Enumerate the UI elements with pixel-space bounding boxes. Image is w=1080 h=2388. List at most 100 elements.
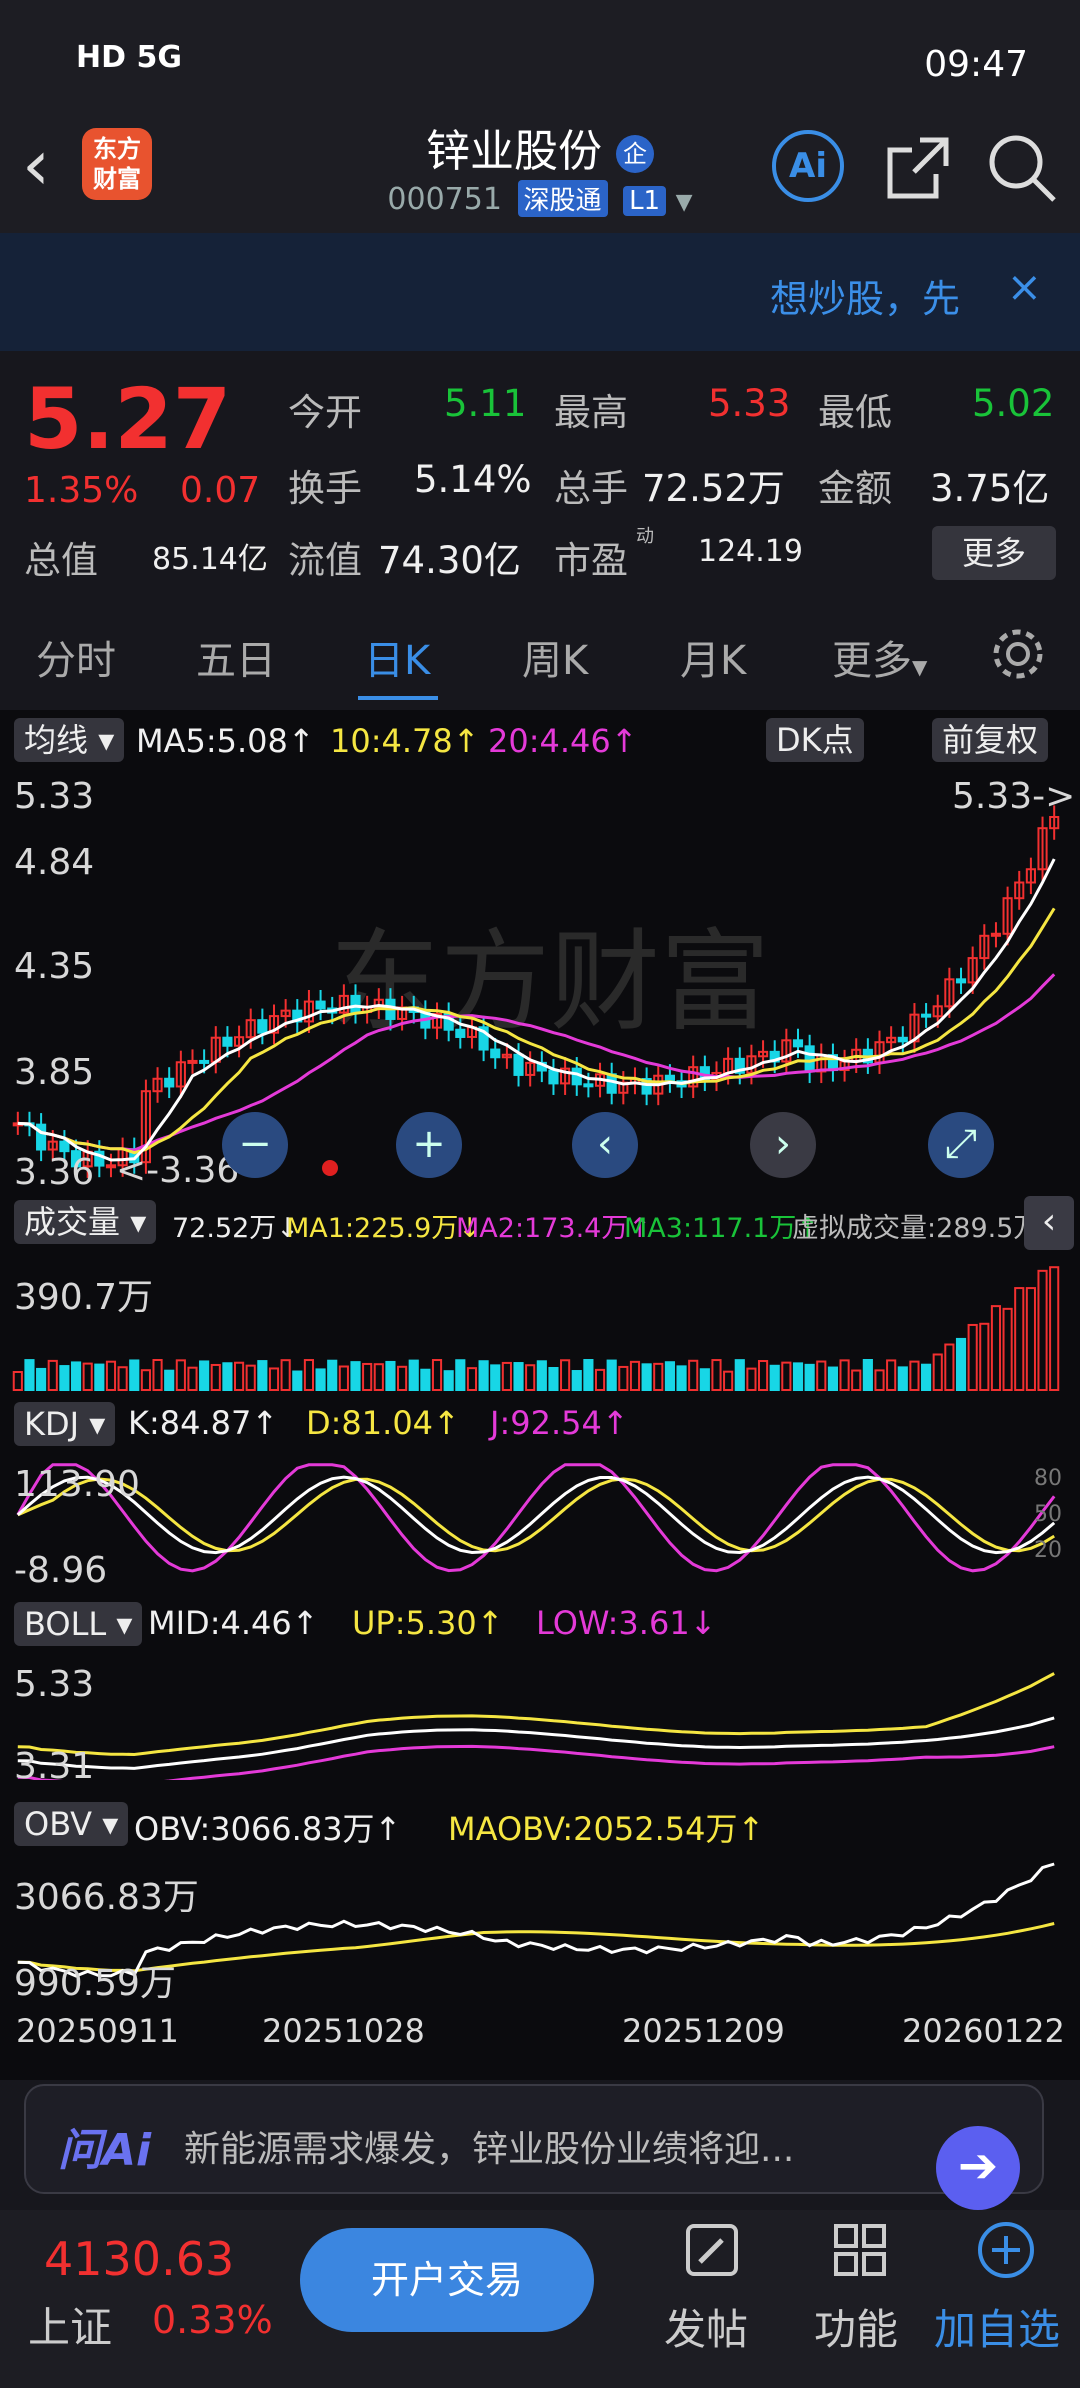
share-icon[interactable] xyxy=(880,130,956,206)
volume-ma1: MA1:225.9万↓ xyxy=(286,1213,481,1244)
candle-body xyxy=(36,1123,47,1151)
kdj-ref-20: 20 xyxy=(1034,1538,1062,1563)
volume-bar xyxy=(723,1370,734,1391)
volume-selector[interactable]: 成交量 ▾ xyxy=(14,1200,157,1244)
marketcap-label: 总值 xyxy=(24,539,98,582)
add-watchlist-label[interactable]: 加自选 xyxy=(934,2296,1060,2357)
more-button[interactable]: 更多 xyxy=(932,526,1056,580)
date-label-1: 20250911 xyxy=(16,2012,179,2050)
date-label-2: 20251028 xyxy=(262,2012,425,2050)
pe-dynamic-mark: 动 xyxy=(636,526,654,547)
ma20-label: 20:4.46↑ xyxy=(488,722,638,760)
volume-bar xyxy=(513,1362,524,1391)
volume-bar xyxy=(175,1359,186,1391)
volume-bar xyxy=(350,1361,361,1391)
virtual-volume: 虚拟成交量:289.5万 xyxy=(792,1213,1041,1244)
tab-intraday[interactable]: 分时 xyxy=(36,628,116,686)
network-status: HD 5G xyxy=(76,40,182,75)
settings-icon[interactable] xyxy=(990,626,1046,682)
index-value[interactable]: 4130.63 xyxy=(44,2232,234,2286)
scroll-left-button[interactable]: ‹ xyxy=(572,1112,638,1178)
volume-label: 总手 xyxy=(554,467,628,510)
zoom-in-button[interactable]: + xyxy=(396,1112,462,1178)
clock: 09:47 xyxy=(924,44,1028,85)
obv-selector[interactable]: OBV ▾ xyxy=(14,1802,129,1846)
low-label: 最低 xyxy=(818,391,892,434)
grid-icon[interactable] xyxy=(830,2220,890,2280)
ask-ai-text[interactable]: 新能源需求爆发，锌业股份业绩将迎... xyxy=(184,2120,794,2172)
floatcap-label: 流值 xyxy=(288,539,362,582)
volume-bar xyxy=(757,1360,769,1391)
arrow-right-icon[interactable]: ➔ xyxy=(936,2126,1020,2210)
boll-y-bottom: 3.31 xyxy=(14,1746,95,1787)
volume-bar xyxy=(560,1359,571,1392)
zoom-out-button[interactable]: − xyxy=(222,1112,288,1178)
open-account-button[interactable]: 开户交易 xyxy=(300,2228,594,2332)
stock-name: 锌业股份 xyxy=(426,126,602,177)
collapse-button[interactable]: ‹ xyxy=(1024,1196,1074,1250)
tab-daily[interactable]: 日K xyxy=(364,628,430,686)
function-label[interactable]: 功能 xyxy=(814,2296,898,2357)
volume-bar xyxy=(851,1369,862,1391)
tab-monthly[interactable]: 月K xyxy=(680,628,746,686)
tab-more[interactable]: 更多▼ xyxy=(832,628,927,686)
boll-selector[interactable]: BOLL ▾ xyxy=(14,1602,143,1646)
post-icon[interactable] xyxy=(682,2220,742,2280)
obv-y-bottom: 990.59万 xyxy=(14,1963,176,2004)
active-tab-indicator xyxy=(358,696,438,700)
tab-weekly[interactable]: 周K xyxy=(522,628,588,686)
boll-selector-label: BOLL xyxy=(24,1605,107,1643)
volume-selector-label: 成交量 xyxy=(24,1203,121,1241)
volume-bar xyxy=(245,1364,256,1391)
volume-bar xyxy=(117,1366,128,1391)
dk-button[interactable]: DK点 xyxy=(766,718,864,762)
post-label[interactable]: 发帖 xyxy=(664,2296,748,2357)
kdj-selector[interactable]: KDJ ▾ xyxy=(14,1402,116,1446)
volume-bar xyxy=(397,1365,408,1392)
adjust-button[interactable]: 前复权 xyxy=(932,718,1049,762)
kline-chart[interactable]: 东方财富 xyxy=(0,770,1080,1190)
marketcap-value: 85.14亿 xyxy=(152,542,268,577)
volume-bar xyxy=(699,1368,710,1392)
close-icon[interactable]: × xyxy=(1007,262,1042,311)
level-tag[interactable]: L1 xyxy=(623,186,667,216)
search-icon[interactable] xyxy=(984,130,1060,206)
tab-5day[interactable]: 五日 xyxy=(196,628,276,686)
chevron-down-icon[interactable]: ▼ xyxy=(676,190,693,215)
low-value: 5.02 xyxy=(972,382,1055,425)
floatcap-value: 74.30亿 xyxy=(378,539,521,582)
volume-bar xyxy=(408,1359,419,1392)
candle-body xyxy=(955,978,967,984)
volume-bar xyxy=(501,1361,512,1392)
volume-bar xyxy=(804,1363,815,1392)
volume-bar xyxy=(455,1359,466,1391)
volume-bar xyxy=(1014,1287,1025,1391)
ai-button[interactable]: Ai xyxy=(772,130,844,202)
volume-bar xyxy=(816,1360,827,1391)
ma-selector[interactable]: 均线 ▾ xyxy=(14,718,125,762)
ma-selector-label: 均线 xyxy=(24,721,89,759)
pe-label: 市盈 xyxy=(554,539,628,582)
fullscreen-button[interactable]: ⤢ xyxy=(928,1112,994,1178)
candle-body xyxy=(490,1048,501,1059)
volume-bar xyxy=(921,1363,932,1391)
add-circle-icon[interactable] xyxy=(976,2220,1036,2280)
volume-bar xyxy=(12,1371,23,1391)
candle-body xyxy=(315,1000,326,1010)
volume-bar xyxy=(746,1367,757,1391)
volume-bar xyxy=(187,1366,198,1391)
candle-body xyxy=(792,1039,804,1048)
banner-text[interactable]: 想炒股，先 xyxy=(770,268,960,323)
candle-body xyxy=(350,994,361,1013)
kdj-ref-50: 50 xyxy=(1034,1502,1062,1527)
volume-bar xyxy=(548,1367,559,1392)
candle-body xyxy=(257,1019,268,1034)
stock-code: 000751 xyxy=(387,182,502,217)
volume-bar xyxy=(886,1359,897,1391)
candle-body xyxy=(105,1164,117,1169)
volume-bar xyxy=(979,1322,990,1391)
volume-bar xyxy=(1049,1266,1060,1391)
last-price: 5.27 xyxy=(24,370,232,468)
scroll-right-button[interactable]: › xyxy=(750,1112,816,1178)
volume-bar xyxy=(292,1370,303,1391)
